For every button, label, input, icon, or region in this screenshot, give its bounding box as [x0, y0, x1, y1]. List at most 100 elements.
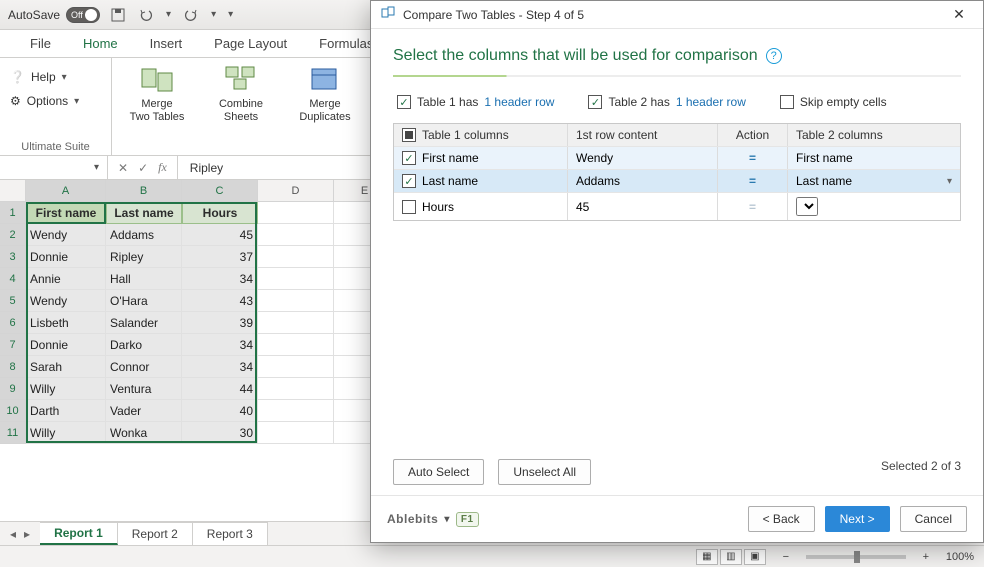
zoom-out-button[interactable]: −: [780, 551, 792, 563]
table-cell[interactable]: Donnie: [26, 246, 106, 268]
row-header[interactable]: 11: [0, 422, 26, 444]
checkbox-checked-icon[interactable]: ✓: [402, 174, 416, 188]
table-cell[interactable]: Hall: [106, 268, 182, 290]
row-header[interactable]: 5: [0, 290, 26, 312]
redo-icon[interactable]: [183, 7, 199, 23]
merge-duplicates-button[interactable]: Merge Duplicates: [290, 62, 360, 123]
row-header[interactable]: 9: [0, 378, 26, 400]
table-cell[interactable]: Ripley: [106, 246, 182, 268]
row-header[interactable]: 8: [0, 356, 26, 378]
row-header[interactable]: 6: [0, 312, 26, 334]
table-cell[interactable]: Darko: [106, 334, 182, 356]
table-cell[interactable]: 44: [182, 378, 258, 400]
table-cell[interactable]: O'Hara: [106, 290, 182, 312]
view-buttons[interactable]: ▦ ▥ ▣: [696, 549, 766, 565]
table2-column-select[interactable]: Last name▾: [788, 170, 960, 192]
checkbox-checked-icon[interactable]: ✓: [402, 151, 416, 165]
table-cell[interactable]: 34: [182, 268, 258, 290]
column-header[interactable]: B: [106, 180, 182, 202]
table-cell[interactable]: Vader: [106, 400, 182, 422]
chevron-right-icon[interactable]: ▸: [24, 527, 30, 541]
table2-column-select[interactable]: First name: [788, 147, 960, 169]
page-layout-view-icon[interactable]: ▥: [720, 549, 742, 565]
undo-icon[interactable]: [138, 7, 154, 23]
sheet-tab[interactable]: Report 3: [193, 522, 268, 545]
table-cell[interactable]: 39: [182, 312, 258, 334]
zoom-level[interactable]: 100%: [946, 551, 974, 563]
close-button[interactable]: ✕: [945, 1, 973, 29]
next-button[interactable]: Next >: [825, 506, 890, 532]
table1-header-row-link[interactable]: 1 header row: [484, 95, 554, 109]
skip-empty-cells-checkbox[interactable]: Skip empty cells: [780, 95, 887, 109]
table-cell[interactable]: Lisbeth: [26, 312, 106, 334]
fx-icon[interactable]: fx: [158, 160, 167, 175]
table-header-cell[interactable]: Hours: [182, 202, 258, 224]
tab-file[interactable]: File: [14, 30, 67, 57]
table-header-cell[interactable]: Last name: [106, 202, 182, 224]
table-cell[interactable]: Annie: [26, 268, 106, 290]
table-cell[interactable]: Ventura: [106, 378, 182, 400]
table-cell[interactable]: 40: [182, 400, 258, 422]
row-header[interactable]: 2: [0, 224, 26, 246]
select-all-triangle[interactable]: [0, 180, 26, 202]
accept-edit-icon[interactable]: ✓: [138, 161, 148, 175]
table1-header-row-checkbox[interactable]: ✓ Table 1 has 1 header row: [397, 95, 554, 109]
tab-home[interactable]: Home: [67, 30, 134, 57]
table-cell[interactable]: Sarah: [26, 356, 106, 378]
cancel-edit-icon[interactable]: ✕: [118, 161, 128, 175]
qat-customize-icon[interactable]: ▾: [228, 9, 233, 20]
select-all-columns-checkbox[interactable]: [402, 128, 416, 142]
help-button[interactable]: ❔ Help ▾: [10, 66, 67, 88]
chevron-left-icon[interactable]: ◂: [10, 527, 16, 541]
comparison-row[interactable]: ✓Last nameAddams=Last name▾: [394, 169, 960, 192]
table2-column-select[interactable]: [788, 193, 960, 220]
save-icon[interactable]: [110, 7, 126, 23]
table-cell[interactable]: 34: [182, 356, 258, 378]
autosave-control[interactable]: AutoSave Off: [8, 7, 100, 23]
autosave-toggle[interactable]: Off: [66, 7, 100, 23]
row-header[interactable]: 7: [0, 334, 26, 356]
table-cell[interactable]: Wonka: [106, 422, 182, 444]
zoom-in-button[interactable]: +: [920, 551, 932, 563]
brand-label[interactable]: Ablebits ▾ F1: [387, 512, 479, 527]
column-header[interactable]: C: [182, 180, 258, 202]
checkbox-unchecked-icon[interactable]: [402, 200, 416, 214]
table-cell[interactable]: Donnie: [26, 334, 106, 356]
auto-select-button[interactable]: Auto Select: [393, 459, 484, 485]
row-header[interactable]: 4: [0, 268, 26, 290]
row-header[interactable]: 3: [0, 246, 26, 268]
table-cell[interactable]: Connor: [106, 356, 182, 378]
table-cell[interactable]: Willy: [26, 378, 106, 400]
table-cell[interactable]: 45: [182, 224, 258, 246]
formula-bar-value[interactable]: Ripley: [178, 161, 223, 175]
table-cell[interactable]: 37: [182, 246, 258, 268]
row-header[interactable]: 1: [0, 202, 26, 224]
column-header[interactable]: D: [258, 180, 334, 202]
name-box[interactable]: ▾: [0, 156, 108, 179]
table-cell[interactable]: 34: [182, 334, 258, 356]
undo-dropdown-icon[interactable]: ▾: [166, 9, 171, 20]
table-header-cell[interactable]: First name: [26, 202, 106, 224]
zoom-slider[interactable]: [806, 555, 906, 559]
comparison-row[interactable]: Hours45=: [394, 192, 960, 220]
column-header[interactable]: A: [26, 180, 106, 202]
normal-view-icon[interactable]: ▦: [696, 549, 718, 565]
page-break-view-icon[interactable]: ▣: [744, 549, 766, 565]
table-cell[interactable]: Darth: [26, 400, 106, 422]
table2-header-row-checkbox[interactable]: ✓ Table 2 has 1 header row: [588, 95, 745, 109]
sheet-tab[interactable]: Report 2: [118, 522, 193, 545]
tab-insert[interactable]: Insert: [134, 30, 199, 57]
redo-dropdown-icon[interactable]: ▾: [211, 9, 216, 20]
table-cell[interactable]: 43: [182, 290, 258, 312]
table-cell[interactable]: Salander: [106, 312, 182, 334]
table-cell[interactable]: Wendy: [26, 290, 106, 312]
f1-help-badge[interactable]: F1: [456, 512, 479, 527]
dialog-titlebar[interactable]: Compare Two Tables - Step 4 of 5 ✕: [371, 1, 983, 29]
comparison-row[interactable]: ✓First nameWendy=First name: [394, 146, 960, 169]
table-cell[interactable]: 30: [182, 422, 258, 444]
table-cell[interactable]: Wendy: [26, 224, 106, 246]
cancel-button[interactable]: Cancel: [900, 506, 967, 532]
sheet-tab-nav[interactable]: ◂ ▸: [0, 522, 40, 545]
row-header[interactable]: 10: [0, 400, 26, 422]
help-icon[interactable]: ?: [766, 48, 782, 64]
